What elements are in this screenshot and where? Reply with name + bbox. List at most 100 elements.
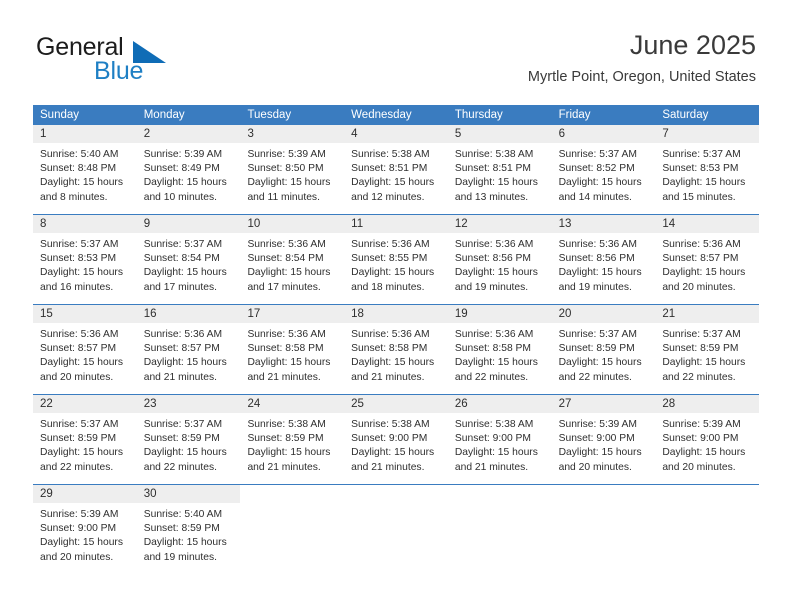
day-cell[interactable]: 15 Sunrise: 5:36 AM Sunset: 8:57 PM Dayligh… — [33, 305, 137, 394]
day-sun-info: Sunrise: 5:38 AM Sunset: 8:51 PM Daylight:… — [344, 143, 448, 205]
day-cell[interactable]: 1 Sunrise: 5:40 AM Sunset: 8:48 PM Daylight… — [33, 125, 137, 214]
day-sun-info: Sunrise: 5:37 AM Sunset: 8:53 PM Daylight:… — [33, 233, 137, 295]
sunset-text: Sunset: 8:59 PM — [143, 433, 220, 445]
day-cell[interactable]: 2 Sunrise: 5:39 AM Sunset: 8:49 PM Daylight… — [136, 125, 241, 214]
weekday-header-sunday: Sunday — [40, 109, 80, 121]
day-number-band — [655, 485, 759, 503]
daylight-text-line1: Daylight: 15 hours — [662, 177, 746, 189]
day-cell[interactable]: 30 Sunrise: 5:40 AM Sunset: 8:59 PM Dayligh… — [136, 485, 241, 574]
sunrise-text: Sunrise: 5:37 AM — [662, 329, 741, 340]
daylight-text-line2: and 19 minutes. — [558, 281, 632, 293]
daylight-text-line2: and 19 minutes. — [454, 281, 529, 293]
day-number: 13 — [558, 218, 572, 230]
weekday-header-thursday: Thursday — [454, 109, 503, 121]
day-cell[interactable]: 10 Sunrise: 5:36 AM Sunset: 8:54 PM Dayligh… — [240, 215, 345, 304]
day-sun-info: Sunrise: 5:36 AM Sunset: 8:55 PM Daylight:… — [344, 233, 448, 295]
day-number-band: 26 — [447, 395, 552, 413]
daylight-text-line1: Daylight: 15 hours — [662, 267, 746, 279]
day-sun-info: Sunrise: 5:36 AM Sunset: 8:56 PM Daylight:… — [552, 233, 656, 295]
day-cell[interactable]: 8 Sunrise: 5:37 AM Sunset: 8:53 PM Daylight… — [33, 215, 137, 304]
sunset-text: Sunset: 8:51 PM — [454, 163, 532, 175]
day-cell[interactable]: 6 Sunrise: 5:37 AM Sunset: 8:52 PM Daylight… — [551, 125, 656, 214]
daylight-text-line1: Daylight: 15 hours — [662, 357, 746, 369]
day-number-band: 29 — [33, 485, 137, 503]
sunset-text: Sunset: 8:59 PM — [247, 433, 324, 445]
day-cell[interactable]: 4 Sunrise: 5:38 AM Sunset: 8:51 PM Daylight… — [344, 125, 448, 214]
day-number-band: 9 — [136, 215, 241, 233]
sunset-text: Sunset: 8:57 PM — [40, 343, 117, 355]
day-cell[interactable]: 29 Sunrise: 5:39 AM Sunset: 9:00 PM Dayligh… — [33, 485, 137, 574]
day-number-band: 17 — [240, 305, 345, 323]
day-cell[interactable]: 26 Sunrise: 5:38 AM Sunset: 9:00 PM Dayligh… — [447, 395, 552, 484]
day-cell-empty — [240, 485, 344, 574]
sunset-text: Sunset: 8:57 PM — [143, 343, 220, 355]
day-number: 17 — [247, 308, 261, 320]
day-sun-info: Sunrise: 5:37 AM Sunset: 8:53 PM Daylight:… — [655, 143, 759, 205]
day-cell[interactable]: 19 Sunrise: 5:36 AM Sunset: 8:58 PM Dayligh… — [447, 305, 552, 394]
day-cell[interactable]: 14 Sunrise: 5:36 AM Sunset: 8:57 PM Dayligh… — [655, 215, 760, 304]
daylight-text-line1: Daylight: 15 hours — [351, 267, 435, 279]
day-cell[interactable]: 9 Sunrise: 5:37 AM Sunset: 8:54 PM Daylight… — [136, 215, 241, 304]
day-cell[interactable]: 13 Sunrise: 5:36 AM Sunset: 8:56 PM Dayligh… — [551, 215, 656, 304]
day-cell[interactable]: 21 Sunrise: 5:37 AM Sunset: 8:59 PM Dayligh… — [655, 305, 760, 394]
day-number-band: 7 — [655, 125, 760, 143]
daylight-text-line1: Daylight: 15 hours — [143, 447, 227, 459]
day-number-band: 5 — [447, 125, 552, 143]
weekday-header-friday: Friday — [558, 109, 591, 121]
day-sun-info: Sunrise: 5:40 AM Sunset: 8:48 PM Daylight:… — [33, 143, 137, 205]
sunset-text: Sunset: 8:58 PM — [247, 343, 324, 355]
day-cell[interactable]: 7 Sunrise: 5:37 AM Sunset: 8:53 PM Daylight… — [655, 125, 760, 214]
sunset-text: Sunset: 8:54 PM — [143, 253, 220, 265]
calendar-weeks: 1 Sunrise: 5:40 AM Sunset: 8:48 PM Daylight… — [33, 125, 760, 574]
day-cell[interactable]: 16 Sunrise: 5:36 AM Sunset: 8:57 PM Dayligh… — [136, 305, 241, 394]
day-cell[interactable]: 24 Sunrise: 5:38 AM Sunset: 8:59 PM Dayligh… — [240, 395, 345, 484]
calendar-week-row: 29 Sunrise: 5:39 AM Sunset: 9:00 PM Dayligh… — [33, 484, 759, 574]
day-number-band: 24 — [240, 395, 345, 413]
day-cell[interactable]: 18 Sunrise: 5:36 AM Sunset: 8:58 PM Dayligh… — [344, 305, 448, 394]
day-number-band: 25 — [344, 395, 448, 413]
sunrise-text: Sunrise: 5:36 AM — [454, 239, 534, 250]
daylight-text-line2: and 20 minutes. — [662, 461, 736, 473]
day-cell[interactable]: 27 Sunrise: 5:39 AM Sunset: 9:00 PM Dayligh… — [551, 395, 656, 484]
daylight-text-line2: and 22 minutes. — [143, 461, 217, 473]
day-number: 6 — [558, 128, 565, 140]
day-number-band: 15 — [33, 305, 137, 323]
day-cell[interactable]: 12 Sunrise: 5:36 AM Sunset: 8:56 PM Dayligh… — [447, 215, 552, 304]
day-cell[interactable]: 25 Sunrise: 5:38 AM Sunset: 9:00 PM Dayligh… — [344, 395, 448, 484]
day-sun-info: Sunrise: 5:36 AM Sunset: 8:58 PM Daylight:… — [240, 323, 344, 385]
day-sun-info: Sunrise: 5:40 AM Sunset: 8:59 PM Daylight:… — [137, 503, 241, 565]
sunrise-text: Sunrise: 5:37 AM — [558, 149, 638, 160]
day-sun-info: Sunrise: 5:38 AM Sunset: 9:00 PM Daylight:… — [344, 413, 448, 475]
location-subtitle: Myrtle Point, Oregon, United States — [527, 69, 756, 85]
daylight-text-line1: Daylight: 15 hours — [351, 357, 435, 369]
daylight-text-line2: and 21 minutes. — [247, 371, 321, 383]
day-cell-empty — [448, 485, 552, 574]
daylight-text-line1: Daylight: 15 hours — [351, 447, 435, 459]
day-cell[interactable]: 3 Sunrise: 5:39 AM Sunset: 8:50 PM Daylight… — [240, 125, 345, 214]
sunrise-text: Sunrise: 5:36 AM — [40, 329, 119, 340]
sunrise-text: Sunrise: 5:37 AM — [662, 149, 741, 160]
day-number-band — [344, 485, 448, 503]
sunset-text: Sunset: 8:59 PM — [40, 433, 117, 445]
day-sun-info: Sunrise: 5:36 AM Sunset: 8:57 PM Daylight:… — [33, 323, 137, 385]
day-cell[interactable]: 20 Sunrise: 5:37 AM Sunset: 8:59 PM Dayligh… — [551, 305, 656, 394]
day-number-band: 30 — [136, 485, 241, 503]
day-cell[interactable]: 11 Sunrise: 5:36 AM Sunset: 8:55 PM Dayligh… — [344, 215, 448, 304]
general-blue-logo[interactable]: General Blue — [36, 33, 266, 89]
day-number-band — [552, 485, 656, 503]
day-number: 2 — [143, 128, 151, 140]
day-cell[interactable]: 22 Sunrise: 5:37 AM Sunset: 8:59 PM Dayligh… — [33, 395, 137, 484]
day-number: 16 — [143, 308, 157, 320]
daylight-text-line1: Daylight: 15 hours — [40, 267, 123, 279]
weekday-header-wednesday: Wednesday — [351, 109, 412, 121]
day-cell[interactable]: 23 Sunrise: 5:37 AM Sunset: 8:59 PM Dayligh… — [136, 395, 241, 484]
day-number-band: 28 — [655, 395, 760, 413]
day-number: 22 — [40, 398, 53, 410]
sunset-text: Sunset: 9:00 PM — [662, 433, 739, 445]
day-cell[interactable]: 5 Sunrise: 5:38 AM Sunset: 8:51 PM Daylight… — [447, 125, 552, 214]
day-sun-info: Sunrise: 5:38 AM Sunset: 9:00 PM Daylight:… — [448, 413, 552, 475]
day-number: 15 — [40, 308, 53, 320]
day-cell[interactable]: 17 Sunrise: 5:36 AM Sunset: 8:58 PM Dayligh… — [240, 305, 345, 394]
day-cell[interactable]: 28 Sunrise: 5:39 AM Sunset: 9:00 PM Dayligh… — [655, 395, 760, 484]
sunset-text: Sunset: 8:51 PM — [351, 163, 428, 175]
